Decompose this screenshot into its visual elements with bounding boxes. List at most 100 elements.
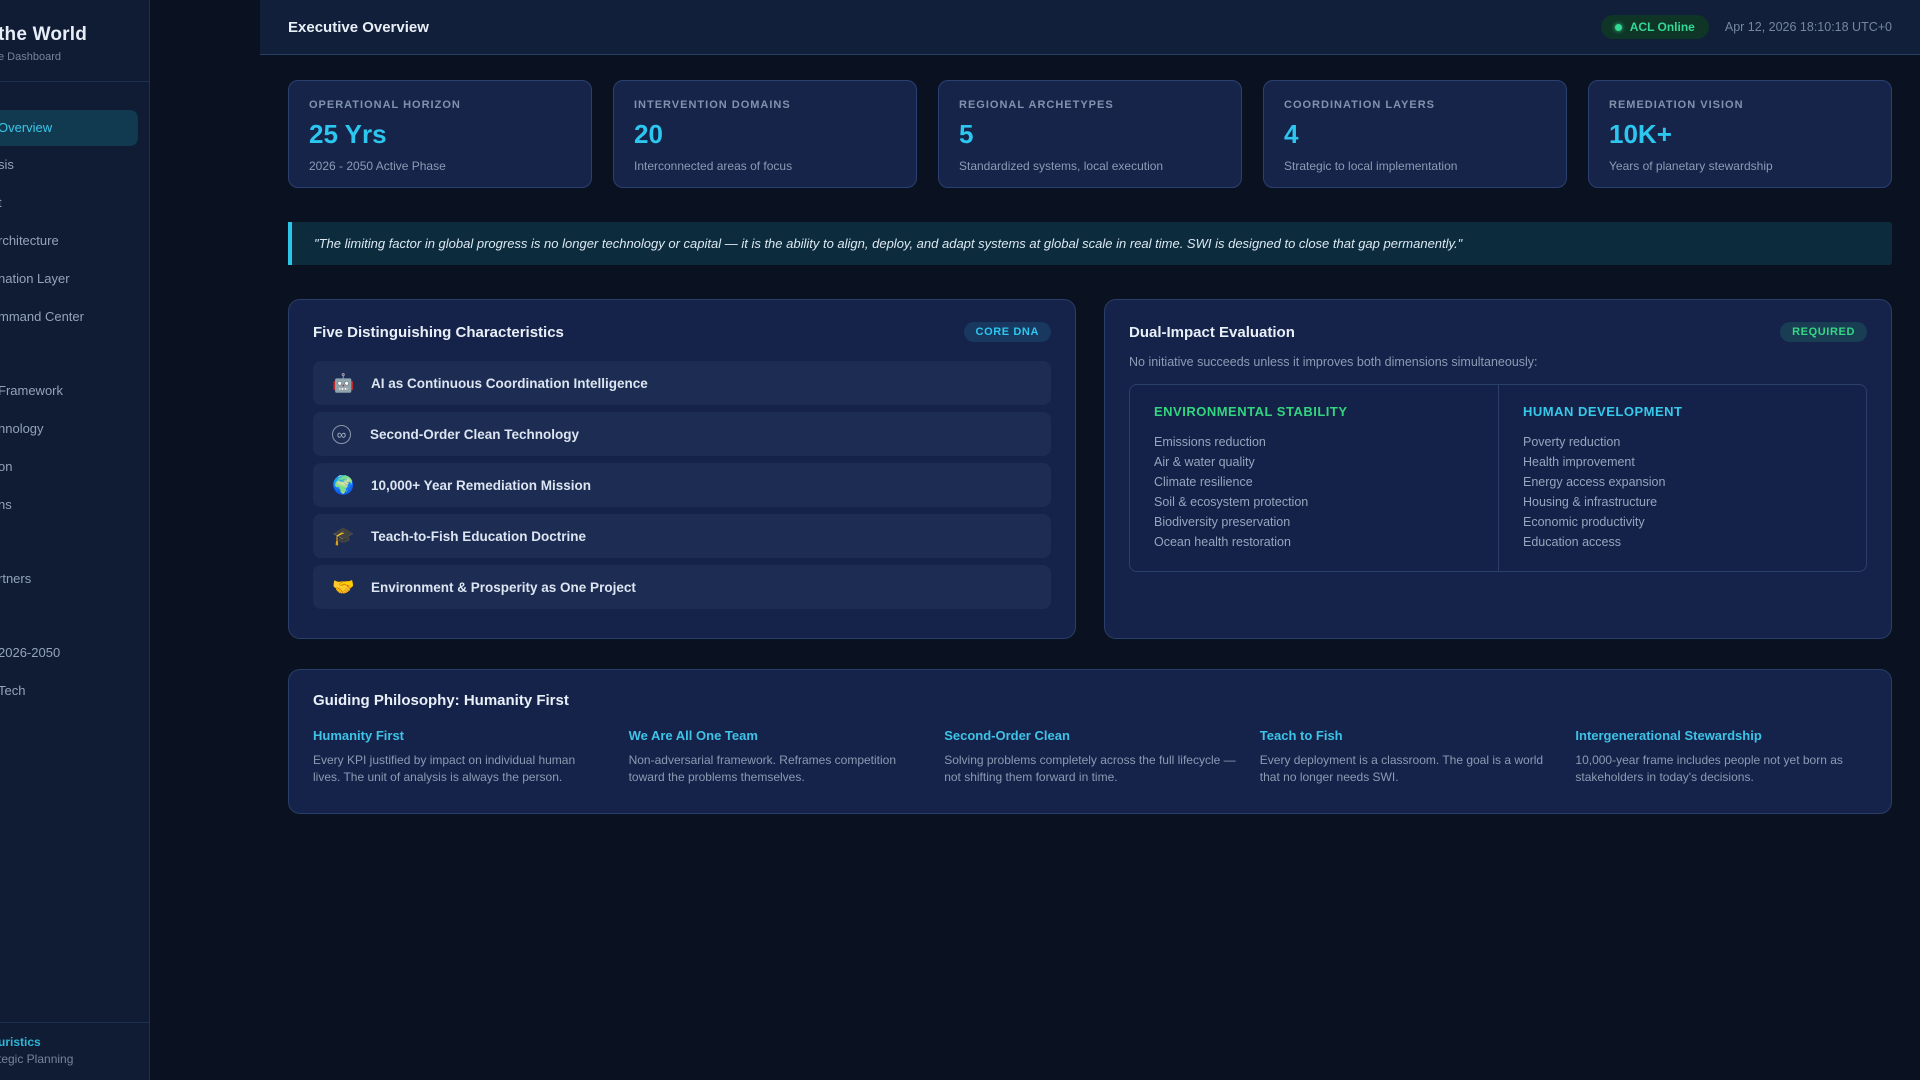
stat-card-coordination-layers: COORDINATION LAYERS 4 Strategic to local…: [1263, 80, 1567, 188]
stat-value: 4: [1284, 119, 1299, 149]
list-item: Education access: [1523, 535, 1621, 549]
sidebar-item-4[interactable]: nation Layer: [0, 260, 149, 298]
list-item: 🎓 Teach-to-Fish Education Doctrine: [313, 514, 1051, 558]
stat-card-remediation-vision: REMEDIATION VISION 10K+ Years of planeta…: [1588, 80, 1892, 188]
list-item: ∞ Second-Order Clean Technology: [313, 412, 1051, 456]
philosophy-column-title: Second-Order Clean: [944, 728, 1070, 743]
stat-value: 5: [959, 119, 974, 149]
stat-label: REGIONAL ARCHETYPES: [959, 99, 1114, 111]
stat-label: OPERATIONAL HORIZON: [309, 99, 461, 111]
core-dna-badge: CORE DNA: [963, 322, 1051, 342]
stat-sub: 2026 - 2050 Active Phase: [309, 159, 446, 173]
page-title: Executive Overview: [288, 18, 429, 36]
characteristic-label: Teach-to-Fish Education Doctrine: [371, 528, 587, 544]
characteristic-label: 10,000+ Year Remediation Mission: [371, 477, 591, 493]
stat-cards-row: OPERATIONAL HORIZON 25 Yrs 2026 - 2050 A…: [288, 80, 1892, 188]
list-item: 🌍 10,000+ Year Remediation Mission: [313, 463, 1051, 507]
stat-sub: Standardized systems, local execution: [959, 159, 1164, 173]
robot-icon: 🤖: [332, 372, 355, 393]
characteristics-title: Five Distinguishing Characteristics: [313, 323, 564, 341]
sidebar-item-6[interactable]: Framework: [0, 372, 149, 410]
characteristic-label: AI as Continuous Coordination Intelligen…: [371, 375, 648, 391]
status-label: ACL Online: [1629, 20, 1695, 34]
sidebar-nav: Overview sis t rchitecture nation Layer …: [0, 110, 149, 710]
stat-label: INTERVENTION DOMAINS: [634, 99, 791, 111]
stat-value: 25 Yrs: [309, 119, 387, 149]
list-item: Ocean health restoration: [1154, 535, 1291, 549]
app-title: the World: [0, 24, 88, 45]
graduation-cap-icon: 🎓: [332, 525, 355, 546]
sidebar-item-1[interactable]: sis: [0, 146, 149, 184]
infinity-icon: ∞: [332, 424, 351, 444]
sidebar-item-5[interactable]: mmand Center: [0, 298, 149, 336]
stat-sub: Interconnected areas of focus: [634, 159, 793, 173]
characteristic-label: Second-Order Clean Technology: [370, 426, 580, 442]
characteristics-list: 🤖 AI as Continuous Coordination Intellig…: [313, 361, 1051, 609]
human-column: HUMAN DEVELOPMENT Poverty reduction Heal…: [1498, 385, 1866, 571]
sidebar-footer: uristics tegic Planning: [0, 1022, 149, 1080]
dual-impact-columns: ENVIRONMENTAL STABILITY Emissions reduct…: [1129, 384, 1867, 572]
stat-label: REMEDIATION VISION: [1609, 99, 1744, 111]
required-badge: REQUIRED: [1780, 322, 1867, 342]
header-right: ACL Online Apr 12, 2026 18:10:18 UTC+0: [1600, 15, 1892, 39]
philosophy-columns: Humanity First Every KPI justified by im…: [313, 728, 1867, 785]
dual-impact-panel: Dual-Impact Evaluation REQUIRED No initi…: [1104, 299, 1892, 639]
sidebar-item-8[interactable]: on: [0, 448, 149, 486]
sidebar-divider: [0, 81, 149, 82]
list-item: Health improvement: [1523, 455, 1635, 469]
sidebar-item-11[interactable]: 2026-2050: [0, 634, 149, 672]
characteristics-panel-header: Five Distinguishing Characteristics CORE…: [313, 322, 1051, 342]
characteristic-label: Environment & Prosperity as One Project: [371, 579, 636, 595]
stat-card-operational-horizon: OPERATIONAL HORIZON 25 Yrs 2026 - 2050 A…: [288, 80, 592, 188]
human-items: Poverty reduction Health improvement Ene…: [1523, 432, 1842, 552]
sidebar-item-overview[interactable]: Overview: [0, 110, 138, 146]
globe-icon: 🌍: [332, 474, 355, 495]
list-item: Soil & ecosystem protection: [1154, 495, 1309, 509]
philosophy-panel: Guiding Philosophy: Humanity First Human…: [288, 669, 1892, 814]
philosophy-column-body: 10,000-year frame includes people not ye…: [1575, 753, 1843, 784]
stat-card-intervention-domains: INTERVENTION DOMAINS 20 Interconnected a…: [613, 80, 917, 188]
mission-quote: "The limiting factor in global progress …: [288, 222, 1892, 265]
philosophy-column-body: Non-adversarial framework. Reframes comp…: [628, 753, 897, 784]
header-timestamp: Apr 12, 2026 18:10:18 UTC+0: [1724, 20, 1892, 34]
list-item: Air & water quality: [1154, 455, 1255, 469]
stat-sub: Strategic to local implementation: [1284, 159, 1458, 173]
environmental-items: Emissions reduction Air & water quality …: [1154, 432, 1474, 552]
philosophy-title: Guiding Philosophy: Humanity First: [313, 692, 569, 709]
sidebar-item-12[interactable]: Tech: [0, 672, 149, 710]
list-item: Energy access expansion: [1523, 475, 1666, 489]
list-item: 🤖 AI as Continuous Coordination Intellig…: [313, 361, 1051, 405]
status-dot-icon: [1614, 23, 1622, 31]
philosophy-column-title: Humanity First: [313, 728, 405, 743]
environmental-column-title: ENVIRONMENTAL STABILITY: [1154, 404, 1348, 419]
top-header: Executive Overview ACL Online Apr 12, 20…: [260, 0, 1920, 55]
dual-impact-subtitle: No initiative succeeds unless it improve…: [1129, 355, 1538, 369]
list-item: Housing & infrastructure: [1523, 495, 1658, 509]
stat-label: COORDINATION LAYERS: [1284, 99, 1436, 111]
sidebar-item-2[interactable]: t: [0, 184, 149, 222]
philosophy-column-second-order: Second-Order Clean Solving problems comp…: [944, 728, 1236, 785]
philosophy-column-teach-to-fish: Teach to Fish Every deployment is a clas…: [1260, 728, 1552, 785]
stat-value: 10K+: [1609, 119, 1672, 149]
characteristics-panel: Five Distinguishing Characteristics CORE…: [288, 299, 1076, 639]
sidebar-footer-subtitle: tegic Planning: [0, 1052, 74, 1066]
handshake-icon: 🤝: [332, 576, 355, 597]
dual-impact-panel-header: Dual-Impact Evaluation REQUIRED: [1129, 322, 1867, 342]
main-area: Executive Overview ACL Online Apr 12, 20…: [260, 0, 1920, 1080]
sidebar-footer-title: uristics: [0, 1035, 41, 1049]
philosophy-column-one-team: We Are All One Team Non-adversarial fram…: [629, 728, 921, 785]
sidebar-item-3[interactable]: rchitecture: [0, 222, 149, 260]
stat-card-regional-archetypes: REGIONAL ARCHETYPES 5 Standardized syste…: [938, 80, 1242, 188]
list-item: Climate resilience: [1154, 475, 1253, 489]
philosophy-column-humanity-first: Humanity First Every KPI justified by im…: [313, 728, 605, 785]
panels-row: Five Distinguishing Characteristics CORE…: [288, 299, 1892, 639]
sidebar-item-10[interactable]: rtners: [0, 560, 149, 598]
philosophy-column-body: Every KPI justified by impact on individ…: [313, 753, 576, 784]
app-subtitle: e Dashboard: [0, 51, 61, 63]
philosophy-column-title: Teach to Fish: [1259, 728, 1343, 743]
sidebar-item-7[interactable]: hnology: [0, 410, 149, 448]
sidebar: the World e Dashboard Overview sis t rch…: [0, 0, 150, 1080]
philosophy-column-body: Solving problems completely across the f…: [944, 753, 1236, 784]
stat-value: 20: [634, 119, 663, 149]
sidebar-item-9[interactable]: ns: [0, 486, 149, 524]
